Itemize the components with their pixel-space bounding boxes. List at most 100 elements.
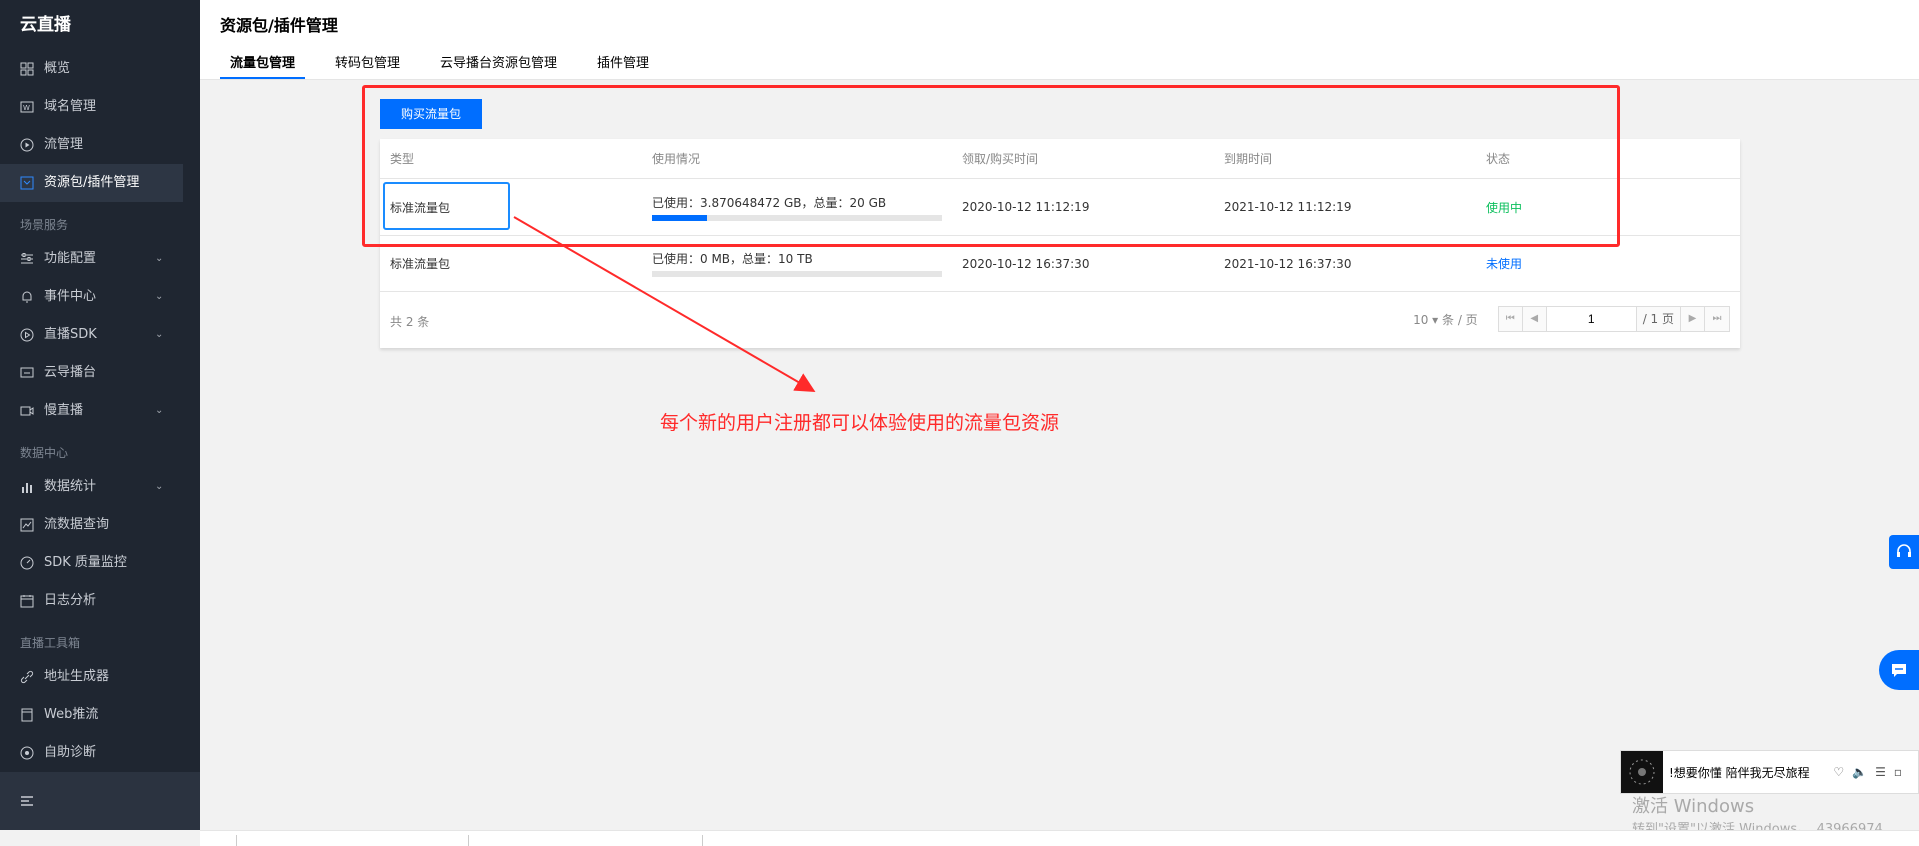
sidebar-group-data: 数据中心 [20, 446, 69, 460]
buy-traffic-package-button[interactable]: 购买流量包 [380, 99, 482, 129]
collapse-menu-icon [21, 796, 33, 806]
support-button[interactable] [1889, 535, 1919, 569]
sidebar-item-label: SDK 质量监控 [44, 555, 127, 570]
strip-divider [468, 835, 469, 846]
chat-button[interactable] [1879, 650, 1919, 690]
tab-transcode-package[interactable]: 转码包管理 [325, 52, 410, 79]
link-icon [20, 670, 34, 684]
play-sdk-icon [20, 328, 34, 342]
sidebar-collapse-button[interactable] [0, 772, 200, 830]
sidebar-item-label: 慢直播 [44, 403, 84, 418]
column-header-start-time: 领取/购买时间 [962, 152, 1039, 166]
sidebar-item-sdk-quality[interactable]: SDK 质量监控 [0, 544, 200, 582]
monitor-icon [20, 367, 34, 378]
chevron-down-icon: ⌄ [155, 481, 164, 492]
calendar-icon [20, 595, 34, 608]
grid-icon [20, 62, 34, 76]
diagnose-icon [20, 746, 34, 760]
usage-text: 已使用：0 MB，总量：10 TB [652, 252, 813, 266]
line-chart-icon [20, 518, 34, 532]
sidebar-item-label: 日志分析 [44, 593, 97, 608]
sidebar-item-cloud-director[interactable]: 云导播台 [0, 354, 200, 392]
sidebar-item-label: 功能配置 [44, 251, 97, 266]
chat-icon [1892, 664, 1906, 677]
end-time: 2021-10-12 11:12:19 [1224, 200, 1352, 214]
table-header: 类型 使用情况 领取/购买时间 到期时间 状态 [380, 139, 1740, 179]
page-header: 资源包/插件管理 流量包管理 转码包管理 云导播台资源包管理 插件管理 [200, 0, 1919, 80]
start-time: 2020-10-12 16:37:30 [962, 256, 1090, 271]
table-row: 标准流量包 已使用：0 MB，总量：10 TB 2020-10-12 16:37… [380, 236, 1740, 292]
heart-icon[interactable]: ♡ [1833, 765, 1844, 779]
usage-text: 已使用：3.870648472 GB，总量：20 GB [652, 195, 887, 210]
play-circle-icon [20, 138, 34, 152]
doc-icon [21, 708, 33, 722]
tab-plugin[interactable]: 插件管理 [587, 52, 659, 79]
column-header-type: 类型 [390, 152, 415, 166]
status-badge: 未使用 [1486, 257, 1523, 271]
window-icon[interactable]: ▫ [1894, 765, 1902, 779]
table-footer: 共 2 条 10 ▾ 条 / 页 ⏮ ◀ / 1 页 ▶ ⏭ [380, 292, 1740, 348]
first-page-icon[interactable]: ⏮ [1498, 307, 1523, 331]
sidebar-item-feature-config[interactable]: 功能配置 ⌄ [0, 240, 200, 278]
sidebar-item-label: 资源包/插件管理 [44, 175, 140, 190]
sidebar-item-data-stats[interactable]: 数据统计 ⌄ [0, 468, 200, 506]
column-header-status: 状态 [1486, 152, 1511, 166]
sidebar-item-live-sdk[interactable]: 直播SDK ⌄ [0, 316, 200, 354]
start-time: 2020-10-12 11:12:19 [962, 200, 1090, 214]
page-size-select[interactable]: 10 ▾ 条 / 页 [1413, 311, 1478, 328]
usage-cell: 已使用：0 MB，总量：10 TB [652, 236, 942, 291]
bottom-strip [200, 830, 1919, 846]
page-number-input[interactable] [1546, 307, 1637, 331]
bar-chart-icon [22, 483, 32, 493]
column-header-end-time: 到期时间 [1224, 152, 1273, 166]
package-type: 标准流量包 [390, 257, 451, 271]
sidebar-item-label: Web推流 [44, 707, 99, 722]
sidebar: 云直播 概览 W 域名管理 流管理 资源包/插件管理 场景服务 功能配置 ⌄ 事… [0, 0, 200, 830]
music-title: !想要你懂 陪伴我无尽旅程 [1669, 765, 1810, 780]
sidebar-item-event-center[interactable]: 事件中心 ⌄ [0, 278, 200, 316]
prev-page-icon[interactable]: ◀ [1522, 307, 1547, 331]
package-table: 类型 使用情况 领取/购买时间 到期时间 状态 标准流量包 已使用：3.8706… [380, 139, 1740, 348]
sidebar-item-label: 数据统计 [44, 479, 97, 494]
video-icon [20, 406, 34, 416]
sidebar-item-domain[interactable]: W 域名管理 [0, 88, 200, 126]
sidebar-item-self-diagnose[interactable]: 自助诊断 [0, 734, 200, 772]
sidebar-item-slow-live[interactable]: 慢直播 ⌄ [0, 392, 200, 430]
sidebar-item-label: 自助诊断 [44, 745, 97, 760]
chevron-down-icon: ⌄ [155, 329, 164, 340]
usage-progress-fill [652, 214, 708, 221]
pagination: 10 ▾ 条 / 页 ⏮ ◀ / 1 页 ▶ ⏭ [1413, 306, 1730, 332]
strip-divider [236, 835, 237, 846]
sidebar-item-resource-package[interactable]: 资源包/插件管理 [0, 164, 183, 202]
app-title: 云直播 [20, 15, 71, 35]
chevron-down-icon: ⌄ [155, 253, 164, 264]
tab-traffic-package[interactable]: 流量包管理 [220, 52, 306, 79]
tab-cloud-director-package[interactable]: 云导播台资源包管理 [430, 52, 567, 79]
sidebar-item-overview[interactable]: 概览 [0, 50, 200, 88]
sidebar-group-tools: 直播工具箱 [20, 636, 81, 650]
annotation-text: 每个新的用户注册都可以体验使用的流量包资源 [660, 412, 1060, 434]
headset-icon [1897, 544, 1911, 557]
total-count: 共 2 条 [390, 315, 430, 329]
music-player-popup[interactable]: !想要你懂 陪伴我无尽旅程 ♡ 🔈 ☰ ▫ [1620, 750, 1919, 794]
album-cover [1621, 751, 1663, 793]
sidebar-item-stream[interactable]: 流管理 [0, 126, 200, 164]
page-total: / 1 页 [1636, 307, 1681, 331]
next-page-icon[interactable]: ▶ [1681, 307, 1705, 331]
sidebar-group-scene: 场景服务 [20, 218, 69, 232]
package-icon [20, 176, 34, 190]
sidebar-item-log-analysis[interactable]: 日志分析 [0, 582, 200, 620]
package-type: 标准流量包 [390, 200, 451, 215]
sidebar-item-stream-data-query[interactable]: 流数据查询 [0, 506, 200, 544]
volume-icon[interactable]: 🔈 [1852, 765, 1867, 779]
sidebar-item-web-push[interactable]: Web推流 [0, 696, 200, 734]
chevron-down-icon: ⌄ [155, 291, 164, 302]
playlist-icon[interactable]: ☰ [1875, 765, 1886, 779]
sidebar-item-url-generator[interactable]: 地址生成器 [0, 658, 200, 696]
svg-text:W: W [23, 104, 30, 112]
windows-activation-watermark: 激活 Windows [1632, 796, 1755, 817]
sidebar-item-label: 云导播台 [44, 365, 97, 380]
sliders-icon [21, 253, 33, 264]
last-page-icon[interactable]: ⏭ [1705, 307, 1729, 331]
usage-progress-bar [652, 271, 942, 277]
